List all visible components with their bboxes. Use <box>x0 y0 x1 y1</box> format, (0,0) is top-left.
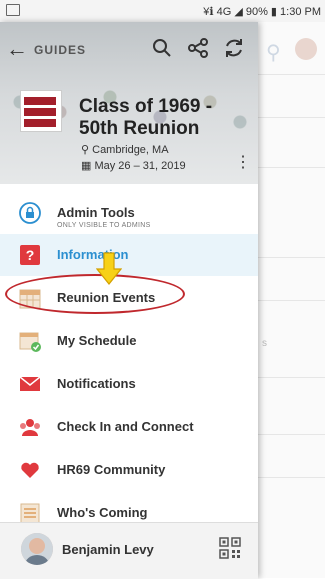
image-notification-icon <box>6 4 20 16</box>
background-screen: ⚲ s <box>258 22 325 578</box>
more-options-icon[interactable]: ⋮ <box>235 152 251 172</box>
calendar-check-icon <box>19 332 41 352</box>
down-arrow-annotation-icon <box>96 252 122 285</box>
event-location: ⚲ Cambridge, MA <box>81 144 169 156</box>
menu-item-information[interactable]: ? Information <box>0 234 258 276</box>
people-icon <box>20 419 40 436</box>
event-logo <box>20 90 62 132</box>
user-footer[interactable]: Benjamin Levy <box>0 522 258 579</box>
list-icon <box>20 503 40 524</box>
menu-item-my-schedule[interactable]: My Schedule <box>0 320 258 362</box>
qr-code-icon[interactable] <box>219 537 241 559</box>
menu-item-notifications[interactable]: Notifications <box>0 363 258 405</box>
location-pin-icon: ⚲ <box>81 144 90 156</box>
user-name: Benjamin Levy <box>62 542 154 557</box>
guides-label: GUIDES <box>34 43 87 57</box>
avatar <box>21 533 53 565</box>
background-text: s <box>262 338 267 349</box>
event-title: Class of 1969 - 50th Reunion <box>79 96 213 139</box>
avatar[interactable] <box>295 38 317 60</box>
event-dates: ▦ May 26 – 31, 2019 <box>81 160 186 172</box>
menu-item-hr69-community[interactable]: HR69 Community <box>0 449 258 491</box>
status-bar-info: ¥ℹ 4G ◢ 90% ▮ 1:30 PM <box>203 6 321 18</box>
refresh-icon[interactable] <box>222 36 246 60</box>
calendar-icon: ▦ <box>81 160 92 172</box>
status-bar: ¥ℹ 4G ◢ 90% ▮ 1:30 PM <box>0 0 325 22</box>
connect-icon[interactable] <box>186 36 210 60</box>
search-icon[interactable]: ⚲ <box>266 40 281 65</box>
highlight-ellipse <box>5 274 185 314</box>
lock-icon <box>19 202 41 224</box>
svg-text:?: ? <box>26 247 35 263</box>
question-icon: ? <box>20 245 40 265</box>
back-arrow-icon[interactable]: ← <box>6 38 28 60</box>
menu-item-admin-tools[interactable]: Admin Tools ONLY VISIBLE TO ADMINS <box>0 192 258 234</box>
envelope-icon <box>19 376 41 391</box>
drawer-header: ← GUIDES Class of 1969 - 50th Reunion ⚲ … <box>0 22 258 184</box>
heart-icon <box>21 462 39 478</box>
drawer-toolbar: ← GUIDES <box>0 32 258 72</box>
search-icon[interactable] <box>150 36 174 60</box>
menu-item-check-in-and-connect[interactable]: Check In and Connect <box>0 406 258 448</box>
